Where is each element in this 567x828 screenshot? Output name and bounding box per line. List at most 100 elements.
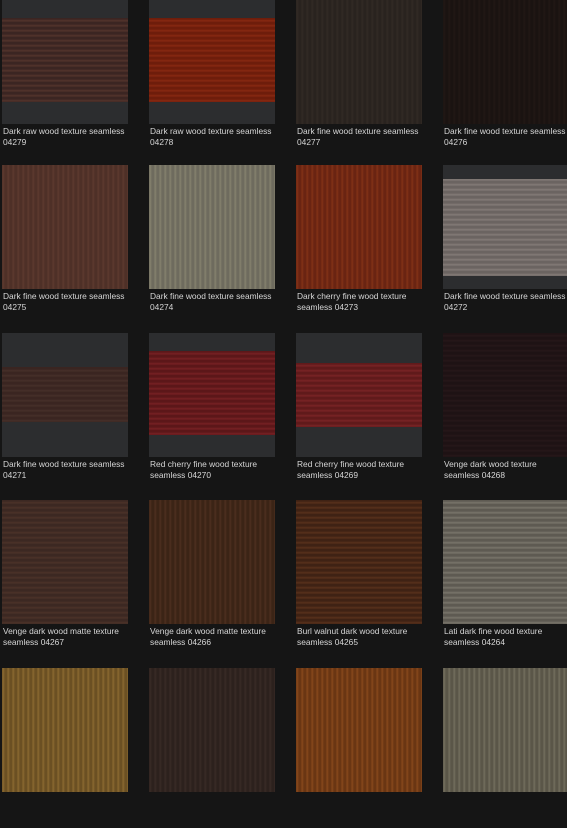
texture-card[interactable]: Dark fine wood texture seamless 04272 bbox=[443, 165, 567, 325]
texture-card[interactable] bbox=[443, 668, 567, 828]
texture-card[interactable] bbox=[2, 668, 128, 828]
texture-caption[interactable]: Dark raw wood texture seamless 04278 bbox=[150, 126, 280, 147]
wood-texture-image bbox=[149, 500, 275, 624]
wood-texture-image bbox=[296, 0, 422, 124]
texture-caption[interactable]: Dark fine wood texture seamless 04271 bbox=[3, 459, 133, 480]
texture-card[interactable]: Dark fine wood texture seamless 04274 bbox=[149, 165, 275, 325]
texture-code: 04272 bbox=[444, 301, 468, 312]
texture-thumbnail[interactable] bbox=[149, 333, 275, 457]
texture-thumbnail[interactable] bbox=[296, 500, 422, 624]
wood-texture-image bbox=[2, 18, 128, 102]
texture-caption[interactable]: Dark fine wood texture seamless 04274 bbox=[150, 291, 280, 312]
texture-title: Red cherry fine wood texture bbox=[297, 459, 405, 469]
texture-caption[interactable]: Venge dark wood matte texture seamless 04… bbox=[3, 626, 133, 647]
texture-code: seamless 04273 bbox=[297, 301, 358, 312]
wood-texture-image bbox=[149, 668, 275, 792]
texture-card[interactable]: Red cherry fine wood texture seamless 042… bbox=[296, 333, 422, 493]
texture-title: Dark fine wood texture seamless bbox=[297, 126, 419, 136]
texture-title: Dark fine wood texture seamless bbox=[3, 291, 125, 301]
wood-texture-image bbox=[2, 367, 128, 422]
texture-card[interactable]: Dark fine wood texture seamless 04276 bbox=[443, 0, 567, 160]
texture-title: Dark cherry fine wood texture bbox=[297, 291, 407, 301]
texture-card[interactable]: Venge dark wood texture seamless 04268 bbox=[443, 333, 567, 493]
texture-code: 04277 bbox=[297, 136, 321, 147]
wood-texture-image bbox=[2, 165, 128, 289]
texture-code: 04279 bbox=[3, 136, 27, 147]
texture-thumbnail[interactable] bbox=[296, 0, 422, 124]
texture-thumbnail[interactable] bbox=[443, 333, 567, 457]
texture-caption[interactable]: Dark fine wood texture seamless 04272 bbox=[444, 291, 567, 312]
texture-caption[interactable]: Burl walnut dark wood texture seamless 04… bbox=[297, 626, 427, 647]
texture-thumbnail[interactable] bbox=[296, 165, 422, 289]
texture-card[interactable]: Venge dark wood matte texture seamless 04… bbox=[2, 500, 128, 660]
texture-thumbnail[interactable] bbox=[296, 333, 422, 457]
wood-texture-image bbox=[296, 500, 422, 624]
wood-texture-image bbox=[443, 333, 567, 457]
texture-code: 04278 bbox=[150, 136, 174, 147]
texture-thumbnail[interactable] bbox=[443, 165, 567, 289]
texture-thumbnail[interactable] bbox=[2, 668, 128, 792]
texture-caption[interactable]: Dark fine wood texture seamless 04277 bbox=[297, 126, 427, 147]
texture-caption[interactable]: Venge dark wood texture seamless 04268 bbox=[444, 459, 567, 480]
texture-code: seamless 04264 bbox=[444, 636, 505, 647]
texture-card[interactable]: Red cherry fine wood texture seamless 042… bbox=[149, 333, 275, 493]
texture-title: Venge dark wood texture bbox=[444, 459, 537, 469]
texture-caption[interactable]: Dark raw wood texture seamless 04279 bbox=[3, 126, 133, 147]
texture-thumbnail[interactable] bbox=[2, 500, 128, 624]
wood-texture-image bbox=[443, 179, 567, 276]
texture-thumbnail[interactable] bbox=[443, 500, 567, 624]
wood-texture-image bbox=[443, 500, 567, 624]
wood-texture-image bbox=[296, 363, 422, 427]
texture-title: Lati dark fine wood texture bbox=[444, 626, 543, 636]
texture-title: Venge dark wood matte texture bbox=[150, 626, 266, 636]
texture-card[interactable]: Venge dark wood matte texture seamless 04… bbox=[149, 500, 275, 660]
texture-code: 04274 bbox=[150, 301, 174, 312]
texture-caption[interactable]: Dark fine wood texture seamless 04275 bbox=[3, 291, 133, 312]
texture-card[interactable] bbox=[296, 668, 422, 828]
wood-texture-image bbox=[443, 0, 567, 124]
texture-code: seamless 04266 bbox=[150, 636, 211, 647]
texture-thumbnail[interactable] bbox=[2, 0, 128, 124]
texture-thumbnail[interactable] bbox=[443, 668, 567, 792]
texture-thumbnail[interactable] bbox=[149, 0, 275, 124]
texture-card[interactable]: Dark fine wood texture seamless 04275 bbox=[2, 165, 128, 325]
texture-thumbnail[interactable] bbox=[149, 165, 275, 289]
texture-card[interactable]: Dark fine wood texture seamless 04277 bbox=[296, 0, 422, 160]
texture-caption[interactable]: Dark cherry fine wood texture seamless 04… bbox=[297, 291, 427, 312]
texture-caption[interactable]: Lati dark fine wood texture seamless 0426… bbox=[444, 626, 567, 647]
texture-card[interactable]: Lati dark fine wood texture seamless 0426… bbox=[443, 500, 567, 660]
texture-code: 04275 bbox=[3, 301, 27, 312]
texture-caption[interactable]: Red cherry fine wood texture seamless 042… bbox=[297, 459, 427, 480]
wood-texture-image bbox=[443, 668, 567, 792]
texture-caption[interactable]: Venge dark wood matte texture seamless 04… bbox=[150, 626, 280, 647]
texture-code: 04271 bbox=[3, 469, 27, 480]
wood-texture-image bbox=[2, 500, 128, 624]
texture-code: seamless 04269 bbox=[297, 469, 358, 480]
texture-card[interactable]: Dark raw wood texture seamless 04279 bbox=[2, 0, 128, 160]
texture-thumbnail[interactable] bbox=[443, 0, 567, 124]
texture-caption[interactable]: Dark fine wood texture seamless 04276 bbox=[444, 126, 567, 147]
texture-code: seamless 04267 bbox=[3, 636, 64, 647]
texture-thumbnail[interactable] bbox=[296, 668, 422, 792]
texture-title: Dark fine wood texture seamless bbox=[444, 291, 566, 301]
texture-thumbnail[interactable] bbox=[2, 165, 128, 289]
texture-title: Dark raw wood texture seamless bbox=[150, 126, 272, 136]
texture-title: Venge dark wood matte texture bbox=[3, 626, 119, 636]
texture-card[interactable]: Burl walnut dark wood texture seamless 04… bbox=[296, 500, 422, 660]
texture-card[interactable]: Dark raw wood texture seamless 04278 bbox=[149, 0, 275, 160]
texture-thumbnail[interactable] bbox=[149, 500, 275, 624]
wood-texture-image bbox=[149, 18, 275, 102]
texture-code: seamless 04265 bbox=[297, 636, 358, 647]
texture-card[interactable] bbox=[149, 668, 275, 828]
texture-code: seamless 04270 bbox=[150, 469, 211, 480]
texture-caption[interactable]: Red cherry fine wood texture seamless 042… bbox=[150, 459, 280, 480]
texture-card[interactable]: Dark fine wood texture seamless 04271 bbox=[2, 333, 128, 493]
wood-texture-image bbox=[149, 165, 275, 289]
texture-title: Red cherry fine wood texture bbox=[150, 459, 258, 469]
texture-thumbnail[interactable] bbox=[149, 668, 275, 792]
texture-thumbnail[interactable] bbox=[2, 333, 128, 457]
texture-grid: Dark raw wood texture seamless 04279 Dark … bbox=[0, 0, 567, 794]
wood-texture-image bbox=[149, 351, 275, 435]
texture-title: Dark fine wood texture seamless bbox=[150, 291, 272, 301]
texture-card[interactable]: Dark cherry fine wood texture seamless 04… bbox=[296, 165, 422, 325]
